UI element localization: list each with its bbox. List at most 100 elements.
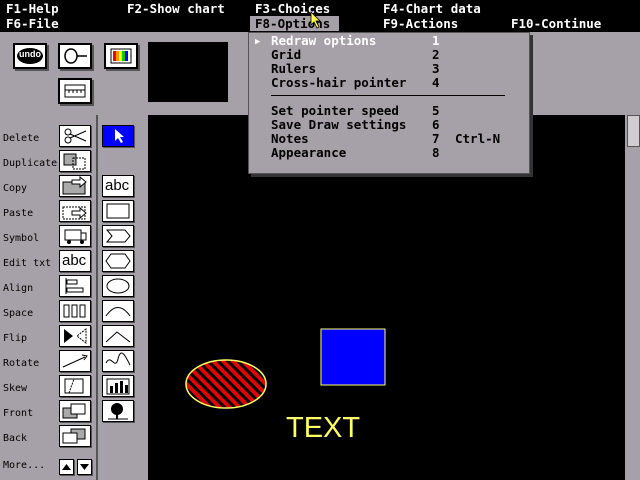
polyline-tool[interactable] <box>102 325 134 347</box>
duplicate-icon <box>63 153 86 170</box>
duplicate-button[interactable] <box>59 150 91 172</box>
menu-item-notes[interactable]: Notes <box>271 132 309 146</box>
tree-icon <box>108 403 128 420</box>
bar-chart-icon <box>106 378 130 395</box>
menu-item-grid[interactable]: Grid <box>271 48 301 62</box>
polyline-icon <box>105 331 131 343</box>
tool-label-space: Space <box>3 308 34 319</box>
ruler-button[interactable] <box>58 78 92 104</box>
menu-item-rulers[interactable]: Rulers <box>271 62 316 76</box>
hexagon-tool[interactable] <box>102 250 134 272</box>
menu-item-cross-hair-pointer[interactable]: Cross-hair pointer <box>271 76 406 90</box>
bring-to-front-icon <box>62 403 86 419</box>
clipart-tool[interactable] <box>102 400 134 422</box>
menu-item-number: 3 <box>432 61 440 76</box>
freehand-icon <box>105 352 131 366</box>
tool-label-more[interactable]: More... <box>3 460 45 471</box>
rotate-button[interactable] <box>59 350 91 372</box>
skew-icon <box>64 378 84 394</box>
mouse-cursor-icon <box>310 11 321 29</box>
rectangle-tool[interactable] <box>102 200 134 222</box>
menu-item-save-draw-settings[interactable]: Save Draw settings <box>271 118 406 132</box>
menu-show-chart[interactable]: F2-Show chart <box>127 1 225 16</box>
flip-button[interactable] <box>59 325 91 347</box>
scroll-down-button[interactable] <box>77 459 92 475</box>
vertical-scrollbar[interactable] <box>625 115 640 480</box>
copy-icon <box>62 176 87 195</box>
tool-label-skew: Skew <box>3 383 28 394</box>
tool-label-back: Back <box>3 433 28 444</box>
tool-label-edit-txt: Edit txt <box>3 258 52 269</box>
arc-tool[interactable] <box>102 300 134 322</box>
menu-item-number: 7 <box>432 131 440 146</box>
undo-button[interactable]: undo <box>13 43 47 69</box>
tool-label-duplicate: Duplicate <box>3 158 58 169</box>
tool-label-front: Front <box>3 408 34 419</box>
color-palette-icon <box>110 48 132 64</box>
text-object[interactable]: TEXT <box>286 412 360 445</box>
ellipse-icon <box>106 278 130 294</box>
pointer-tool[interactable] <box>102 125 134 147</box>
scissors-icon <box>64 128 87 144</box>
delete-button[interactable] <box>59 125 91 147</box>
menu-item-number: 1 <box>432 33 440 48</box>
edit-text-button[interactable]: abc <box>59 250 91 272</box>
menu-options[interactable]: F8-Options <box>250 16 339 31</box>
blue-square[interactable] <box>320 328 386 386</box>
scroll-up-button[interactable] <box>59 459 74 475</box>
menu-item-set-pointer-speed[interactable]: Set pointer speed <box>271 104 399 118</box>
menu-continue[interactable]: F10-Continue <box>511 16 601 31</box>
tool-label-paste: Paste <box>3 208 34 219</box>
chart-tool[interactable] <box>102 375 134 397</box>
send-to-back-icon <box>62 428 86 444</box>
symbol-button[interactable] <box>59 225 91 247</box>
arrow-pointer-icon <box>115 129 124 143</box>
triangle-up-icon <box>62 464 71 470</box>
menu-item-appearance[interactable]: Appearance <box>271 146 346 160</box>
paste-button[interactable] <box>59 200 91 222</box>
hatched-ellipse[interactable] <box>185 359 267 409</box>
ellipse-tool[interactable] <box>102 275 134 297</box>
panel-divider <box>96 115 98 480</box>
paste-icon <box>62 206 87 220</box>
magnifier-icon <box>64 48 87 64</box>
truck-icon <box>64 229 87 244</box>
menu-item-number: 8 <box>432 145 440 160</box>
rotate-icon <box>62 354 88 368</box>
front-button[interactable] <box>59 400 91 422</box>
menu-item-number: 2 <box>432 47 440 62</box>
tool-label-symbol: Symbol <box>3 233 40 244</box>
edit-text-icon: abc <box>62 252 87 269</box>
menu-chart-data[interactable]: F4-Chart data <box>383 1 481 16</box>
freehand-tool[interactable] <box>102 350 134 372</box>
scrollbar-thumb[interactable] <box>627 115 640 147</box>
arc-icon <box>105 307 131 317</box>
tool-label-copy: Copy <box>3 183 28 194</box>
triangle-down-icon <box>80 464 89 470</box>
selection-arrow-icon: ▶ <box>255 37 261 47</box>
color-palette-button[interactable] <box>104 43 138 69</box>
flip-icon <box>64 327 87 345</box>
space-icon <box>63 304 86 318</box>
polygon-tool[interactable] <box>102 225 134 247</box>
align-button[interactable] <box>59 275 91 297</box>
polygon-icon <box>105 229 131 243</box>
undo-label: undo <box>19 49 41 59</box>
skew-button[interactable] <box>59 375 91 397</box>
rectangle-icon <box>106 203 130 219</box>
menu-help[interactable]: F1-Help <box>6 1 59 16</box>
menu-file[interactable]: F6-File <box>6 16 59 31</box>
copy-button[interactable] <box>59 175 91 197</box>
tool-label-delete: Delete <box>3 133 40 144</box>
zoom-button[interactable] <box>58 43 92 69</box>
menu-item-number: 6 <box>432 117 440 132</box>
menu-item-redraw-options[interactable]: Redraw options <box>271 34 376 48</box>
left-tool-panel: Delete Duplicate Copy Paste Symbol Edit … <box>0 115 148 480</box>
hexagon-icon <box>105 253 131 269</box>
text-tool[interactable]: abc <box>102 175 134 197</box>
back-button[interactable] <box>59 425 91 447</box>
menu-actions[interactable]: F9-Actions <box>383 16 458 31</box>
options-menu: ▶ Redraw options 1 Grid 2 Rulers 3 Cross… <box>248 32 530 174</box>
space-button[interactable] <box>59 300 91 322</box>
menu-separator <box>271 95 505 96</box>
